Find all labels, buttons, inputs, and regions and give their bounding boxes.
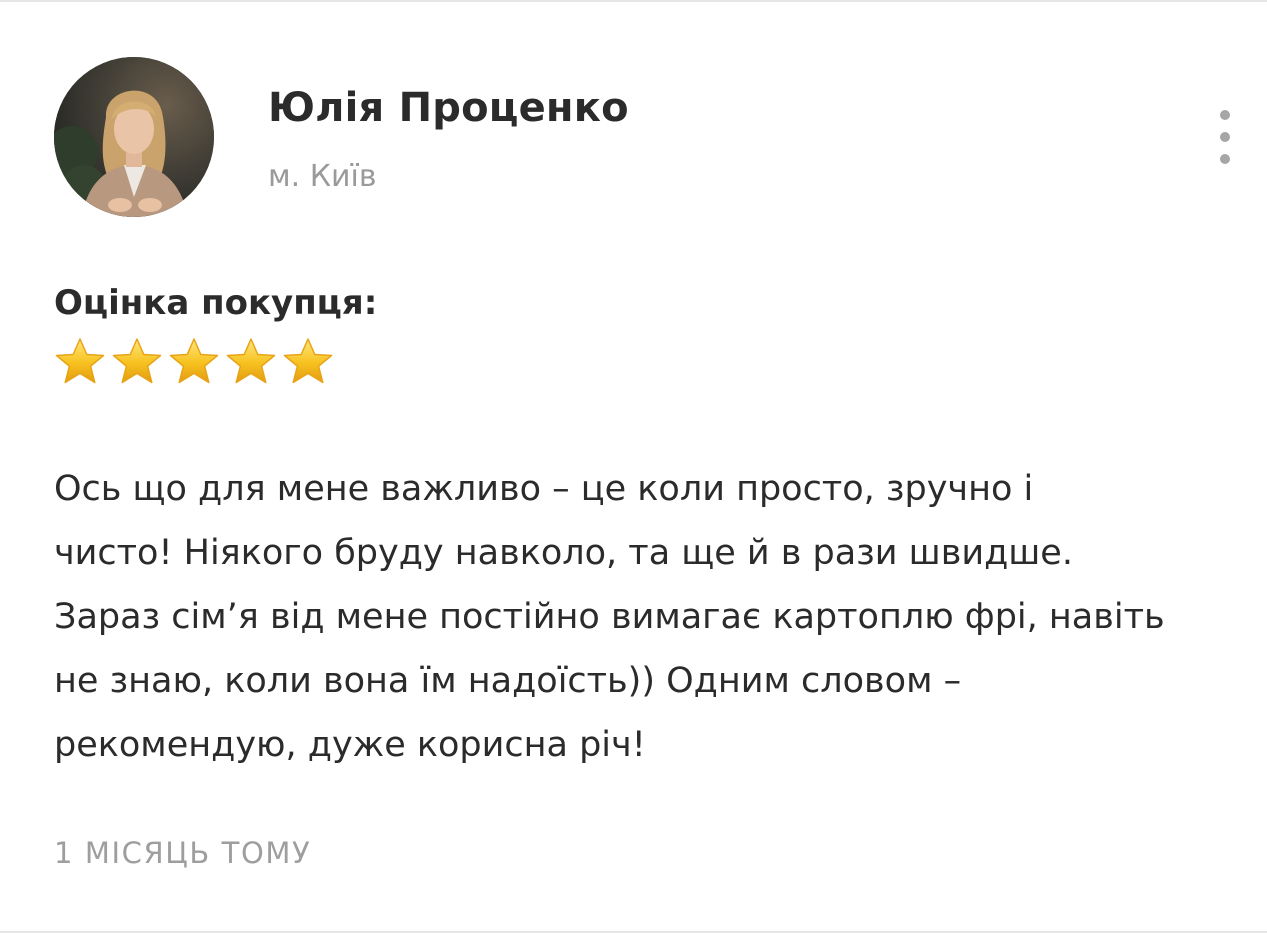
review-date: 1 МІСЯЦЬ ТОМУ [54, 836, 312, 870]
review-text-line: Зараз сім’я від мене постійно вимагає ка… [54, 597, 1165, 637]
author-avatar [54, 57, 214, 217]
review-text: Ось що для мене важливо – це коли просто… [54, 457, 1234, 777]
star-rating [52, 336, 336, 386]
rating-label: Оцінка покупця: [54, 283, 378, 323]
more-options-button[interactable] [1210, 102, 1240, 172]
star-icon [283, 338, 333, 384]
star-icon [55, 338, 105, 384]
review-text-line: не знаю, коли вона їм надоїсть)) Одним с… [54, 661, 962, 701]
more-vertical-icon-dot [1220, 132, 1230, 142]
more-vertical-icon [1220, 110, 1230, 120]
review-text-line: Ось що для мене важливо – це коли просто… [54, 469, 1034, 509]
review-text-line: чисто! Ніякого бруду навколо, та ще й в … [54, 533, 1073, 573]
star-icon [112, 338, 162, 384]
star-icon [169, 338, 219, 384]
author-city: м. Київ [268, 159, 377, 194]
review-text-line: рекомендую, дуже корисна річ! [54, 725, 646, 765]
author-name: Юлія Проценко [268, 85, 629, 131]
more-vertical-icon-dot [1220, 154, 1230, 164]
star-icon [226, 338, 276, 384]
review-card: Юлія Проценко м. Київ Оцінка покупця: Ос… [0, 0, 1267, 933]
user-photo-icon [54, 57, 214, 217]
